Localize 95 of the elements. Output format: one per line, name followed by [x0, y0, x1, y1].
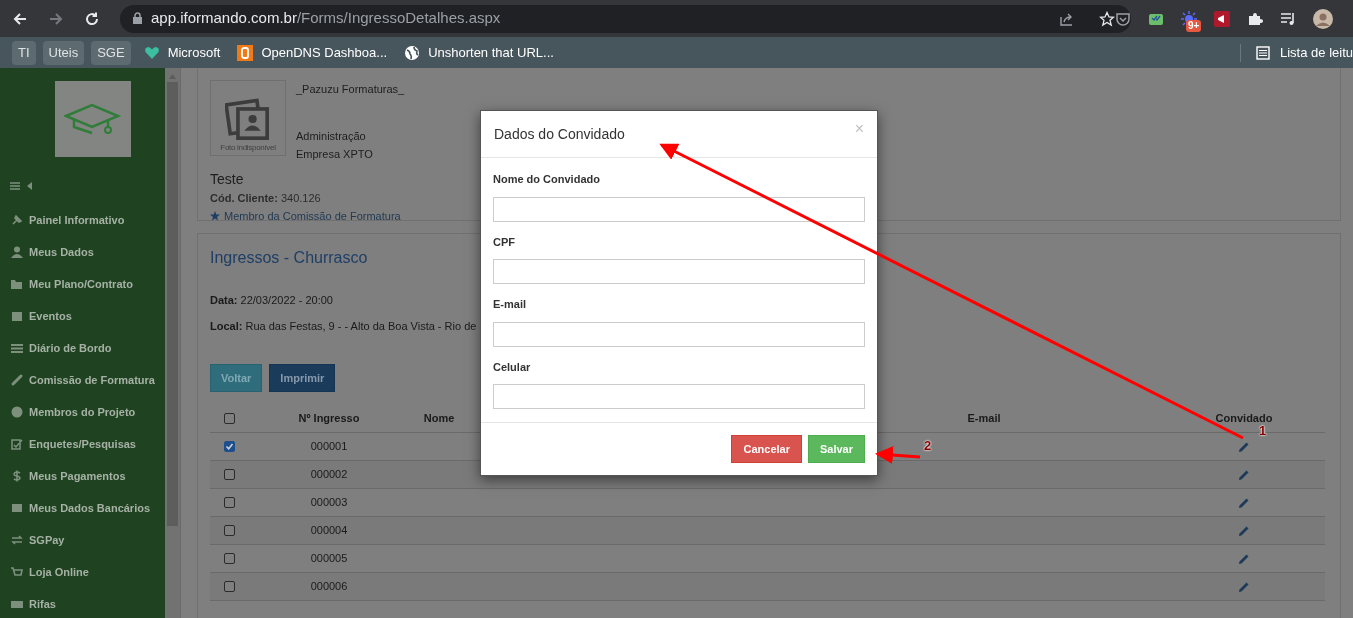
- profile-line: Administração: [296, 128, 367, 144]
- star-icon[interactable]: [1099, 10, 1115, 27]
- reading-list-icon[interactable]: [1256, 45, 1270, 60]
- url-text: app.iformando.com.br/Forms/IngressoDetalhes.aspx: [151, 8, 501, 29]
- sidebar-item[interactable]: Membros do Projeto: [29, 403, 136, 421]
- bookmark-folder[interactable]: TI: [12, 40, 36, 65]
- pencil-icon[interactable]: [1238, 496, 1250, 509]
- notification-badge: 9+: [1186, 20, 1202, 32]
- star-icon: [210, 211, 220, 222]
- table-cell-text: 000003: [309, 495, 349, 511]
- member-label: Membro da Comissão de Formatura: [224, 209, 401, 224]
- check-icon: [10, 437, 24, 451]
- table-cell-text: 000001: [309, 439, 349, 455]
- profile-line: Empresa XPTO: [296, 147, 374, 162]
- annotation-number: 2: [924, 439, 932, 453]
- sidebar-item[interactable]: Meus Pagamentos: [29, 467, 126, 485]
- lock-icon: [132, 12, 143, 25]
- dialog-title: Dados do Convidado: [494, 124, 625, 144]
- column-header: Convidado: [1214, 411, 1274, 426]
- annotation-arrow: [875, 446, 921, 465]
- opendns-logo-icon: [237, 44, 254, 61]
- bookmark-folder[interactable]: Uteis: [42, 40, 85, 65]
- column-header: E-mail: [966, 411, 1002, 427]
- input-field[interactable]: [493, 321, 865, 347]
- company-name: _Pazuzu Formaturas_: [296, 82, 405, 97]
- field-label: Celular: [493, 359, 532, 375]
- graduation-cap-icon: [64, 102, 122, 136]
- sidebar-item[interactable]: Loja Online: [29, 563, 89, 581]
- field-label: E-mail: [493, 297, 527, 312]
- sidebar-item[interactable]: Meu Plano/Contrato: [29, 275, 133, 293]
- pin-icon: [10, 213, 24, 227]
- input-field[interactable]: [493, 259, 865, 284]
- annotation-number: 1: [1259, 424, 1267, 438]
- sidebar-item[interactable]: Rifas: [29, 595, 56, 613]
- section-title: Ingressos - Churrasco: [210, 248, 368, 268]
- folder-icon: [10, 277, 24, 291]
- bookmark-link[interactable]: OpenDNS Dashboa...: [261, 42, 388, 63]
- list-icon: [10, 341, 24, 355]
- bookmark-link[interactable]: Microsoft: [167, 42, 221, 63]
- column-header: Nº Ingresso: [297, 411, 361, 427]
- sidebar-item[interactable]: Diário de Bordo: [29, 339, 112, 357]
- bookmark-link[interactable]: Unshorten that URL...: [428, 42, 554, 63]
- dialog-button[interactable]: Cancelar: [731, 435, 802, 463]
- address-bar[interactable]: app.iformando.com.br/Forms/IngressoDetalhes.aspx: [120, 4, 1131, 33]
- puzzle-icon[interactable]: [1247, 11, 1263, 27]
- table-cell-text: 000002: [309, 467, 349, 483]
- forward-arrow-icon[interactable]: [48, 10, 64, 27]
- table-cell-text: 000006: [309, 579, 349, 595]
- row-checkbox[interactable]: [224, 581, 235, 592]
- row-checkbox[interactable]: [224, 497, 235, 508]
- pencil-icon[interactable]: [1238, 580, 1250, 593]
- sidebar-item[interactable]: Painel Informativo: [29, 211, 125, 229]
- reload-icon[interactable]: [84, 10, 100, 27]
- sidebar-item[interactable]: SGPay: [29, 531, 65, 549]
- input-field[interactable]: [493, 384, 865, 409]
- dollar-icon: [10, 469, 24, 483]
- client-code: Cód. Cliente: 340.126: [210, 190, 321, 206]
- event-date: Data: 22/03/2022 - 20:00: [210, 293, 333, 308]
- table-cell-text: 000005: [309, 551, 349, 567]
- sidebar-item[interactable]: Eventos: [29, 307, 72, 325]
- input-field[interactable]: [493, 196, 865, 222]
- row-checkbox[interactable]: [224, 525, 235, 536]
- heart-icon: [143, 44, 160, 61]
- media-control-icon[interactable]: [1280, 11, 1296, 27]
- field-label: Nome do Convidado: [493, 172, 601, 187]
- cart-icon: [10, 565, 24, 579]
- collapse-caret-icon[interactable]: [26, 181, 32, 191]
- event-location: Local: Rua das Festas, 9 - - Alto da Boa Vista - Rio de: [210, 318, 477, 334]
- row-checkbox[interactable]: [224, 441, 235, 452]
- row-checkbox[interactable]: [224, 469, 235, 480]
- back-arrow-icon[interactable]: [12, 10, 28, 27]
- action-button[interactable]: Imprimir: [269, 364, 336, 392]
- reading-list-label[interactable]: Lista de leitu: [1280, 42, 1353, 63]
- pencil-icon[interactable]: [1238, 552, 1250, 565]
- column-header: Nome: [422, 411, 456, 427]
- bookmark-folder[interactable]: SGE: [91, 40, 131, 65]
- table-cell-text: 000004: [309, 523, 349, 539]
- row-checkbox[interactable]: [224, 553, 235, 564]
- sidebar-item[interactable]: Meus Dados Bancários: [29, 499, 151, 517]
- user-icon: [10, 245, 24, 259]
- select-all-checkbox[interactable]: [224, 413, 235, 424]
- pencil-icon[interactable]: [1238, 524, 1250, 537]
- sidebar-item[interactable]: Comissão de Formatura: [29, 371, 155, 389]
- avatar-icon[interactable]: [1313, 9, 1333, 29]
- pocket-icon[interactable]: [1115, 11, 1131, 27]
- sidebar-item[interactable]: Enquetes/Pesquisas: [29, 435, 136, 453]
- pencil-icon[interactable]: [1238, 440, 1250, 453]
- exchange-icon: [10, 533, 24, 547]
- pencil-icon[interactable]: [1238, 468, 1250, 481]
- field-label: CPF: [493, 234, 516, 250]
- photo-frame-icon: [225, 98, 271, 140]
- sidebar-item[interactable]: Meus Dados: [29, 243, 94, 261]
- mail-check-icon[interactable]: [1148, 11, 1164, 27]
- menu-icon[interactable]: [10, 181, 20, 191]
- user-name: Teste: [210, 169, 244, 189]
